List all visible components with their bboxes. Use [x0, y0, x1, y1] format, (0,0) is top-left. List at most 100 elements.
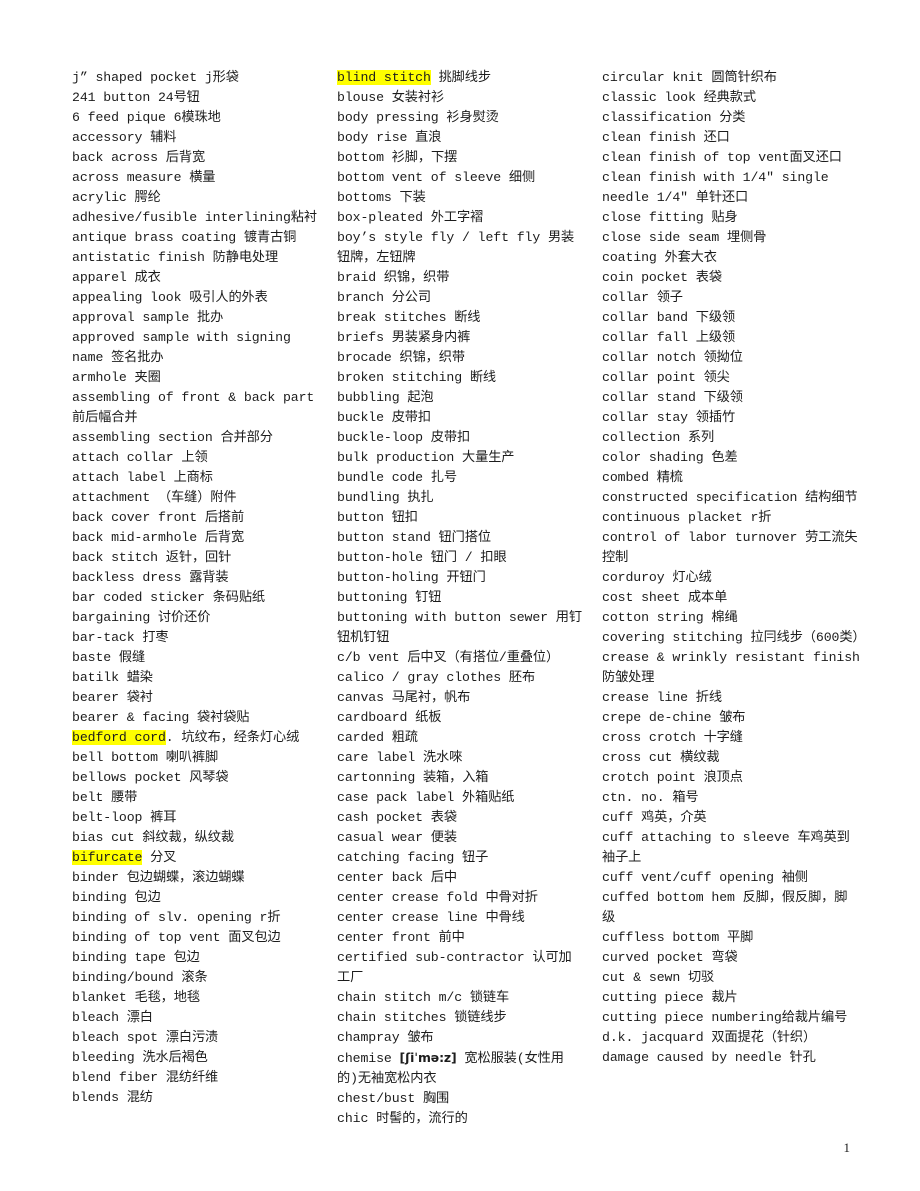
glossary-entry: attachment （车缝）附件 [72, 490, 237, 505]
glossary-entry: buckle-loop 皮带扣 [337, 430, 471, 445]
glossary-entry: continuous placket r折 [602, 510, 772, 525]
glossary-entry: bar coded sticker 条码贴纸 [72, 590, 265, 605]
glossary-entry: cuff vent/cuff opening 袖侧 [602, 870, 808, 885]
glossary-entry: cut & sewn 切驳 [602, 970, 715, 985]
glossary-entry: acrylic 腭纶 [72, 190, 161, 205]
entry-term: chemise [337, 1051, 400, 1066]
glossary-entry: bottom vent of sleeve 细侧 [337, 170, 536, 185]
glossary-entry: case pack label 外箱贴纸 [337, 790, 515, 805]
glossary-entry: chain stitch m/c 锁链车 [337, 990, 510, 1005]
glossary-entry: close side seam 埋侧骨 [602, 230, 767, 245]
glossary-entry: bottoms 下装 [337, 190, 426, 205]
glossary-entry: bias cut 斜纹裁，纵纹裁 [72, 830, 234, 845]
glossary-entry: binding tape 包边 [72, 950, 200, 965]
glossary-entry: bargaining 讨价还价 [72, 610, 211, 625]
glossary-entry: blouse 女装衬衫 [337, 90, 445, 105]
glossary-entry: broken stitching 断线 [337, 370, 497, 385]
glossary-entry: bearer 袋衬 [72, 690, 153, 705]
glossary-entry: c/b vent 后中叉（有搭位/重叠位） [337, 650, 560, 665]
glossary-entry: blanket 毛毯，地毯 [72, 990, 200, 1005]
glossary-entry: crease & wrinkly resistant finish 防皱处理 [602, 650, 860, 685]
glossary-entry: bulk production 大量生产 [337, 450, 515, 465]
glossary-entry: champray 皱布 [337, 1030, 434, 1045]
glossary-entry: casual wear 便装 [337, 830, 457, 845]
glossary-entry: accessory 辅料 [72, 130, 177, 145]
glossary-entry: constructed specification 结构细节 [602, 490, 858, 505]
glossary-entry: coating 外套大衣 [602, 250, 717, 265]
glossary-entry: binder 包边蝴蝶，滚边蝴蝶 [72, 870, 245, 885]
glossary-entry: bleeding 洗水后褐色 [72, 1050, 208, 1065]
glossary-entry: carded 粗疏 [337, 730, 418, 745]
glossary-entry: briefs 男装紧身内裤 [337, 330, 471, 345]
glossary-column-1: j” shaped pocket j形袋 241 button 24号钮 6 fee… [72, 68, 318, 1108]
glossary-entry: braid 织锦，织带 [337, 270, 450, 285]
glossary-entry: button stand 钮门搭位 [337, 530, 491, 545]
glossary-entry: adhesive/fusible interlining粘衬 [72, 210, 317, 225]
glossary-entry: bell bottom 喇叭裤脚 [72, 750, 219, 765]
glossary-entry: back cover front 后搭前 [72, 510, 245, 525]
glossary-entry: appealing look 吸引人的外表 [72, 290, 268, 305]
glossary-entry: cutting piece numbering给裁片编号 [602, 1010, 848, 1025]
glossary-entry: branch 分公司 [337, 290, 431, 305]
glossary-entry: 6 feed pique 6模珠地 [72, 110, 221, 125]
glossary-entry: antique brass coating 镀青古铜 [72, 230, 297, 245]
page-number: 1 [843, 1140, 851, 1155]
glossary-entry: bundling 执扎 [337, 490, 434, 505]
highlighted-term: blind stitch [337, 70, 431, 85]
glossary-entry: chain stitches 锁链线步 [337, 1010, 507, 1025]
glossary-entry: cuffless bottom 平脚 [602, 930, 754, 945]
glossary-entry: center crease fold 中骨对折 [337, 890, 538, 905]
glossary-entry: chemise [ʃiˈmə:z] 宽松服装(女性用的)无袖宽松内衣 [337, 1048, 583, 1089]
glossary-entry: bedford cord. 坑纹布，经条灯心绒 [72, 728, 318, 748]
glossary-entry: cuffed bottom hem 反脚，假反脚，脚级 [602, 890, 848, 925]
glossary-entry: clean finish of top vent面叉还口 [602, 150, 842, 165]
glossary-entry: crotch point 浪顶点 [602, 770, 743, 785]
glossary-entry: button 钮扣 [337, 510, 418, 525]
glossary-entry: approval sample 批办 [72, 310, 224, 325]
glossary-entry: belt-loop 裤耳 [72, 810, 177, 825]
glossary-entry: clean finish 还口 [602, 130, 730, 145]
glossary-entry: binding/bound 滚条 [72, 970, 208, 985]
glossary-entry: blend fiber 混纺纤维 [72, 1070, 219, 1085]
glossary-entry: coin pocket 表袋 [602, 270, 722, 285]
entry-definition: . 坑纹布，经条灯心绒 [165, 730, 300, 745]
glossary-entry: assembling of front & back part 前后幅合并 [72, 390, 315, 425]
glossary-entry: clean finish with 1/4″ single needle 1/4… [602, 170, 829, 205]
glossary-entry: collar point 领尖 [602, 370, 730, 385]
glossary-entry: bundle code 扎号 [337, 470, 457, 485]
glossary-entry: circular knit 圆筒针织布 [602, 70, 777, 85]
glossary-entry: cardboard 纸板 [337, 710, 442, 725]
glossary-entry: binding of slv. opening r折 [72, 910, 281, 925]
glossary-entry: antistatic finish 防静电处理 [72, 250, 279, 265]
glossary-entry: collar fall 上级领 [602, 330, 736, 345]
glossary-entry: classification 分类 [602, 110, 746, 125]
glossary-entry: body pressing 衫身熨烫 [337, 110, 499, 125]
glossary-entry: box-pleated 外工字褶 [337, 210, 484, 225]
document-page: j” shaped pocket j形袋 241 button 24号钮 6 fee… [0, 0, 920, 1191]
glossary-entry: close fitting 贴身 [602, 210, 738, 225]
highlighted-term: bifurcate [72, 850, 143, 865]
glossary-entry: bar-tack 打枣 [72, 630, 169, 645]
glossary-entry: cotton string 棉绳 [602, 610, 738, 625]
glossary-entry: damage caused by needle 针孔 [602, 1050, 816, 1065]
glossary-entry: bearer & facing 袋衬袋贴 [72, 710, 250, 725]
glossary-entry: d.k. jacquard 双面提花（针织） [602, 1030, 817, 1045]
glossary-entry: buttoning with button sewer 用钉钮机钉钮 [337, 610, 582, 645]
glossary-entry: collar band 下级领 [602, 310, 736, 325]
glossary-entry: cartonning 装箱，入箱 [337, 770, 489, 785]
glossary-entry: attach collar 上领 [72, 450, 208, 465]
glossary-entry: cuff attaching to sleeve 车鸡英到袖子上 [602, 830, 850, 865]
glossary-entry: apparel 成衣 [72, 270, 161, 285]
glossary-entry: baste 假缝 [72, 650, 146, 665]
glossary-entry: back across 后背宽 [72, 150, 206, 165]
glossary-column-2: blind stitch 挑脚线步 blouse 女装衬衫 body pressin… [337, 68, 583, 1129]
glossary-entry: color shading 色差 [602, 450, 738, 465]
glossary-entry: break stitches 断线 [337, 310, 481, 325]
glossary-entry: center crease line 中骨线 [337, 910, 525, 925]
glossary-entry: back stitch 返针，回针 [72, 550, 232, 565]
glossary-entry: collar 领子 [602, 290, 683, 305]
glossary-entry: blends 混纺 [72, 1090, 153, 1105]
glossary-entry: collar stay 领插竹 [602, 410, 736, 425]
glossary-entry: bleach 漂白 [72, 1010, 153, 1025]
phonetic-transcription: [ʃiˈmə:z] [399, 1050, 457, 1065]
